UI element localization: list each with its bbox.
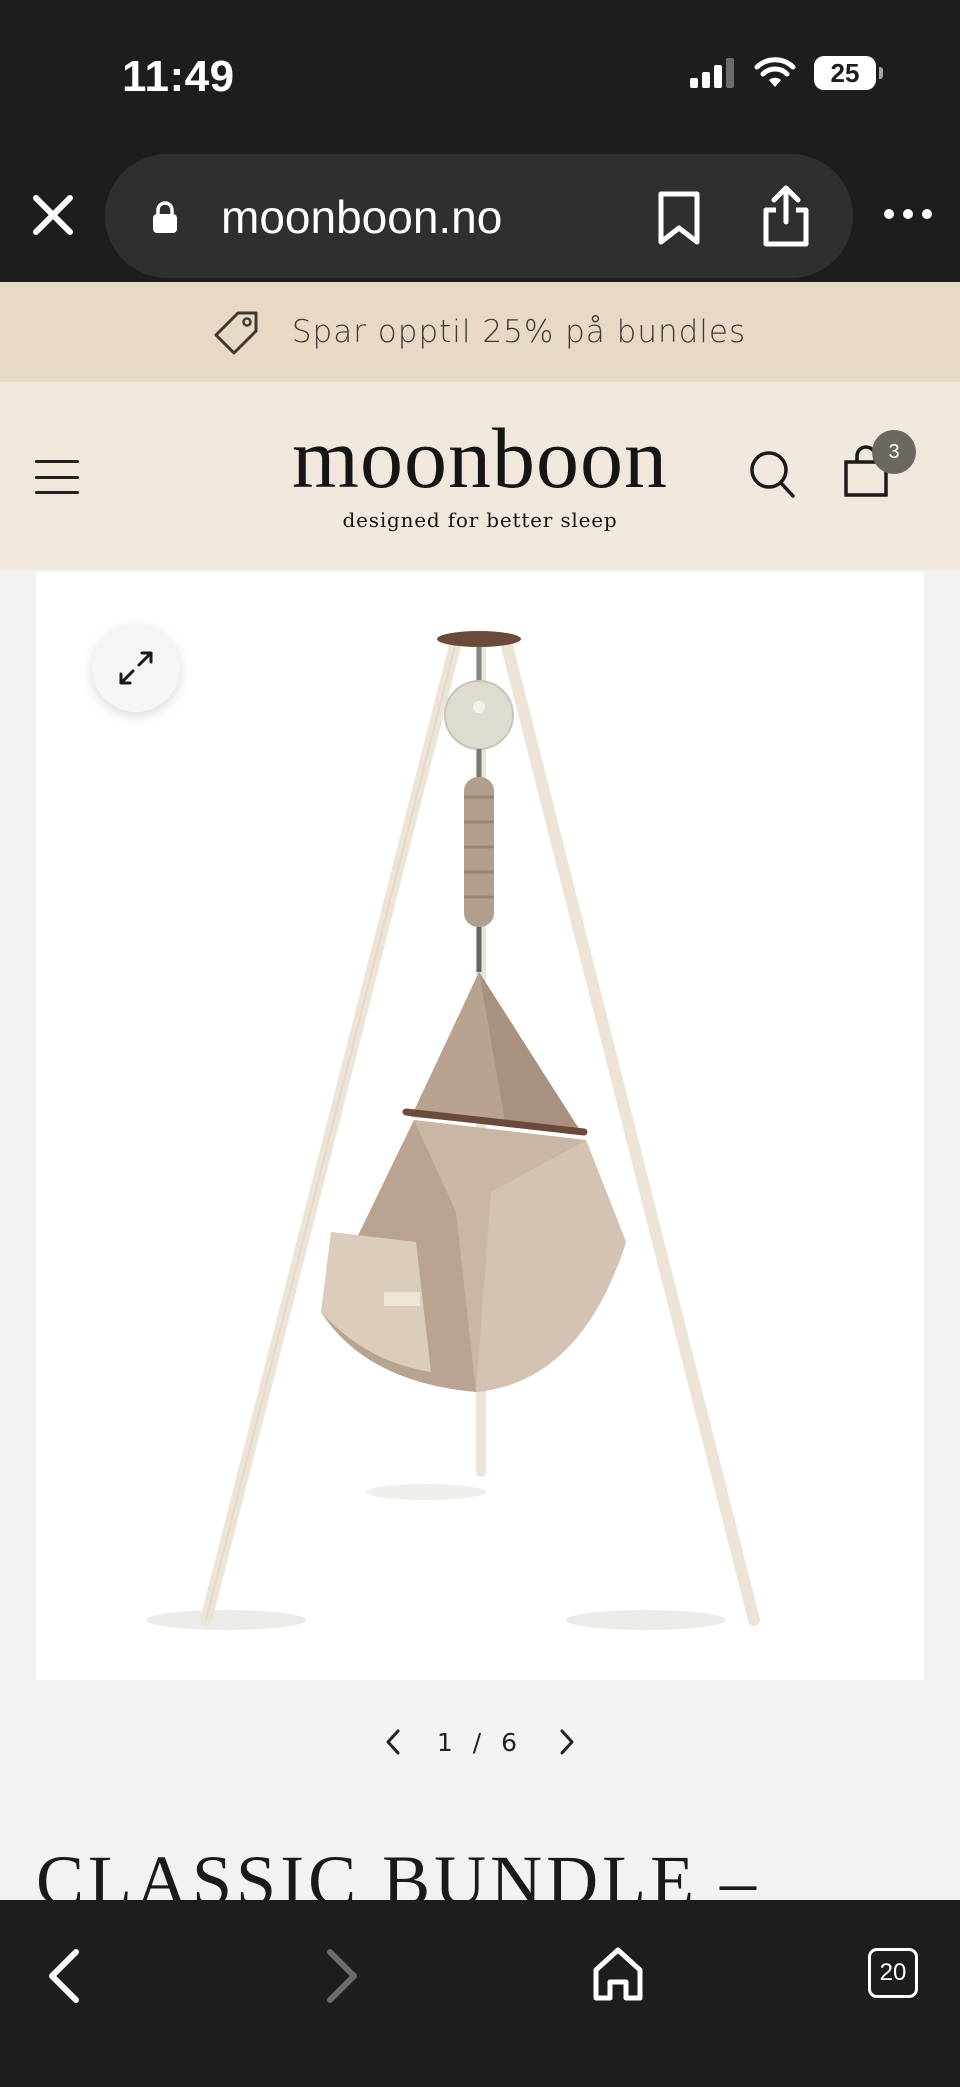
address-bar[interactable]: moonboon.no [105,154,853,278]
gallery-current: 1 [436,1727,459,1757]
url-text[interactable]: moonboon.no [221,190,502,244]
more-icon[interactable] [884,202,932,226]
lock-icon [153,201,177,233]
status-bar: 11:49 25 [0,0,960,150]
close-icon[interactable] [28,190,78,240]
site-header: moonboon designed for better sleep [0,382,960,570]
baby-hammock-illustration [146,631,760,1630]
tag-icon [214,311,258,355]
gallery-separator: / [472,1727,488,1757]
forward-icon[interactable] [318,1946,364,2006]
tabs-button[interactable]: 20 [868,1948,918,1998]
promo-text[interactable]: Spar opptil 25% på bundles [292,314,746,350]
gallery-total: 6 [501,1727,524,1757]
logo-wordmark[interactable]: moonboon [280,415,680,501]
back-icon[interactable] [42,1946,88,2006]
browser-toolbar: moonboon.no [0,150,960,282]
bookmark-icon[interactable] [653,190,705,246]
site-logo[interactable]: moonboon designed for better sleep [280,415,680,532]
chevron-left-icon[interactable] [383,1727,403,1757]
gallery-pager: 1 / 6 [0,1720,960,1764]
cart-count-badge[interactable]: 3 [872,430,916,474]
chevron-right-icon[interactable] [557,1727,577,1757]
search-icon[interactable] [748,448,796,500]
product-image[interactable] [36,572,924,1680]
signal-icon [690,58,734,88]
wifi-icon [754,57,796,87]
status-time: 11:49 [122,52,235,101]
logo-tagline: designed for better sleep [342,508,618,532]
home-icon[interactable] [590,1944,646,2004]
battery-indicator: 25 [814,56,883,90]
promo-banner[interactable]: Spar opptil 25% på bundles [0,282,960,382]
browser-bottom-toolbar: 20 [0,1900,960,2087]
status-icons: 25 [690,56,883,90]
share-icon[interactable] [760,184,812,248]
gallery-counter: 1 / 6 [437,1728,523,1757]
menu-icon[interactable] [35,460,79,494]
